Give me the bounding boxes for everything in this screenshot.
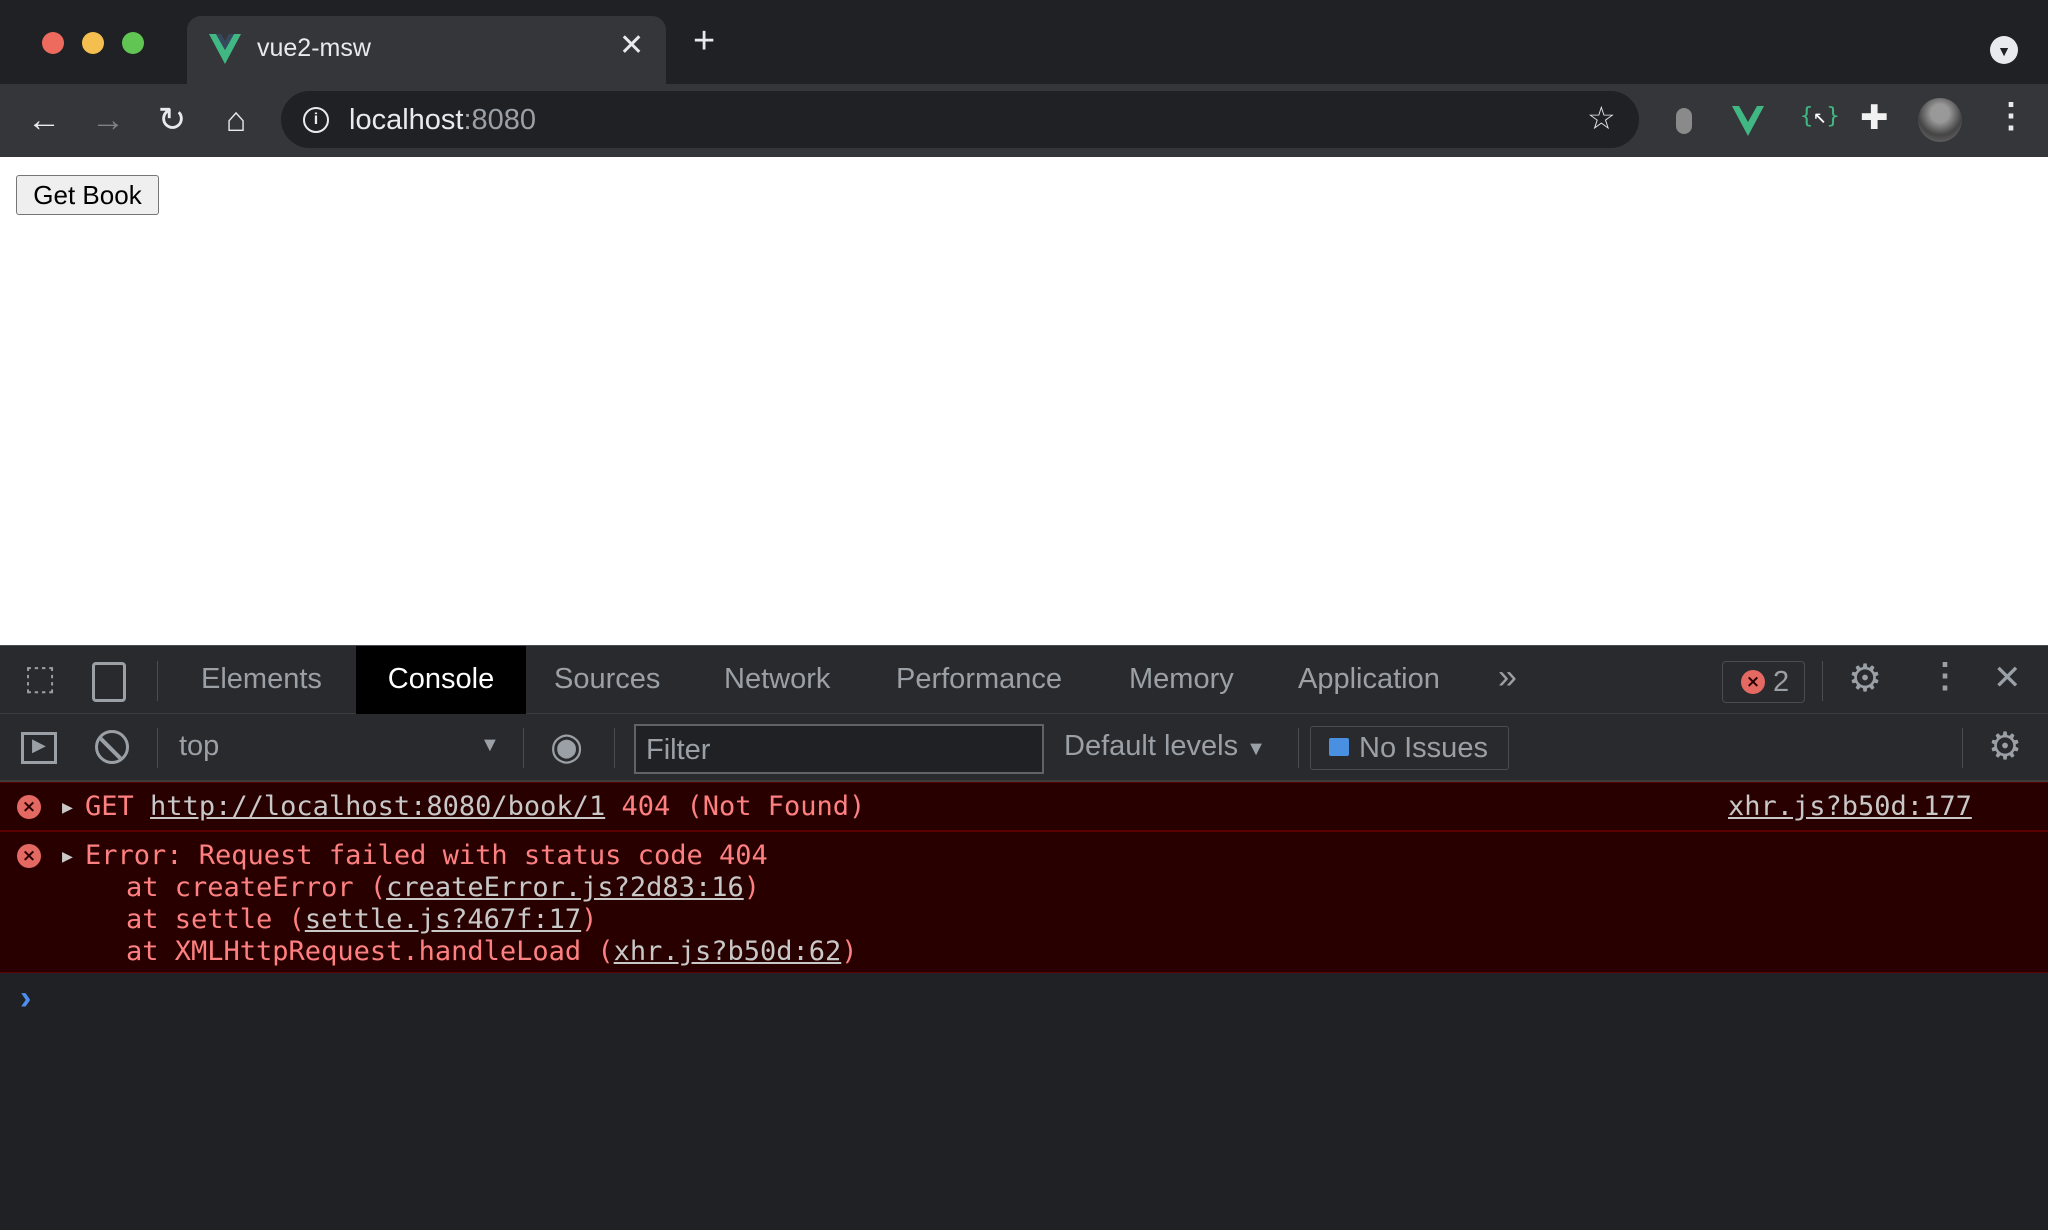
console-error-row: × ▶ Error: Request failed with status co… xyxy=(0,831,2048,973)
error-message: Error: Request failed with status code 4… xyxy=(85,840,768,871)
error-message: GET http://localhost:8080/book/1 404 (No… xyxy=(85,791,865,823)
issues-label: No Issues xyxy=(1359,732,1488,764)
error-icon: × xyxy=(1741,670,1765,694)
devtools-tab-bar: ⬚ Elements Console Sources Network Perfo… xyxy=(0,645,2048,715)
browser-toolbar: ← → ↻ ⌂ i localhost:8080 ☆ {↖} ✚ ⋮ xyxy=(0,84,2048,157)
json-extension-icon[interactable]: {↖} xyxy=(1800,104,1840,129)
console-input[interactable]: › xyxy=(0,973,2048,1230)
extension-bug-icon[interactable] xyxy=(1676,108,1692,134)
stack-frame-link[interactable]: xhr.js?b50d:62 xyxy=(614,936,842,967)
settings-gear-icon[interactable]: ⚙ xyxy=(1848,656,1882,701)
vue-devtools-extension-icon[interactable] xyxy=(1731,106,1765,136)
expand-triangle-icon[interactable]: ▶ xyxy=(62,841,73,873)
back-icon[interactable]: ← xyxy=(22,98,66,142)
request-url-link[interactable]: http://localhost:8080/book/1 xyxy=(150,791,605,822)
stack-frame-link[interactable]: createError.js?2d83:16 xyxy=(386,872,744,903)
home-icon[interactable]: ⌂ xyxy=(214,98,258,142)
divider xyxy=(1298,728,1299,768)
stack-frame: at createError (createError.js?2d83:16) xyxy=(126,872,760,904)
source-link[interactable]: xhr.js?b50d:177 xyxy=(1728,791,1972,823)
stack-frame-text: at XMLHttpRequest.handleLoad ( xyxy=(126,936,614,967)
error-icon: × xyxy=(17,844,41,868)
devtools-menu-icon[interactable]: ⋮ xyxy=(1928,656,1962,696)
divider xyxy=(157,728,158,768)
devtools-panel: ⬚ Elements Console Sources Network Perfo… xyxy=(0,645,2048,1230)
sidebar-toggle-icon[interactable]: ▶ xyxy=(21,732,57,764)
issues-button[interactable]: No Issues xyxy=(1310,726,1509,770)
tab-memory[interactable]: Memory xyxy=(1101,646,1262,715)
context-selector[interactable]: top xyxy=(179,730,219,763)
tab-elements[interactable]: Elements xyxy=(173,646,350,715)
request-status: 404 (Not Found) xyxy=(621,791,866,822)
get-book-button[interactable]: Get Book xyxy=(16,175,159,215)
tab-search-icon[interactable]: ▼ xyxy=(1990,36,2018,64)
stack-frame-text: at createError ( xyxy=(126,872,387,903)
url-text[interactable]: localhost:8080 xyxy=(349,104,536,137)
error-count: 2 xyxy=(1773,666,1790,698)
window-minimize-button[interactable] xyxy=(82,32,104,54)
error-count-badge[interactable]: × 2 xyxy=(1722,661,1805,703)
stack-frame: at settle (settle.js?467f:17) xyxy=(126,904,597,936)
site-info-icon[interactable]: i xyxy=(303,107,329,133)
window-close-button[interactable] xyxy=(42,32,64,54)
tab-strip: vue2-msw ✕ + ▼ xyxy=(0,0,2048,84)
tab-title: vue2-msw xyxy=(257,34,371,62)
prompt-chevron-icon: › xyxy=(20,979,32,1017)
filter-input[interactable]: Filter xyxy=(634,724,1044,774)
stack-frame-text: ) xyxy=(581,904,598,935)
live-expression-eye-icon[interactable]: ◉ xyxy=(550,724,583,769)
reload-icon[interactable]: ↻ xyxy=(150,98,194,142)
url-port: :8080 xyxy=(463,104,537,136)
expand-triangle-icon[interactable]: ▶ xyxy=(62,792,73,824)
address-bar[interactable]: i localhost:8080 ☆ xyxy=(281,91,1639,148)
extensions-puzzle-icon[interactable]: ✚ xyxy=(1860,98,1889,138)
stack-frame-text: at settle ( xyxy=(126,904,305,935)
stack-frame-link[interactable]: settle.js?467f:17 xyxy=(305,904,581,935)
divider xyxy=(614,728,615,768)
clear-console-icon[interactable] xyxy=(95,730,129,764)
console-toolbar: ▶ top ▼ ◉ Filter Default levels ▼ No Iss… xyxy=(0,714,2048,782)
context-dropdown-icon[interactable]: ▼ xyxy=(480,734,500,757)
stack-frame-text: ) xyxy=(743,872,760,903)
tab-performance[interactable]: Performance xyxy=(868,646,1090,715)
console-settings-gear-icon[interactable]: ⚙ xyxy=(1988,724,2022,769)
tab-console[interactable]: Console xyxy=(356,646,526,715)
divider xyxy=(523,728,524,768)
window-maximize-button[interactable] xyxy=(122,32,144,54)
error-icon: × xyxy=(17,795,41,819)
browser-tab[interactable]: vue2-msw ✕ xyxy=(187,16,666,84)
bookmark-star-icon[interactable]: ☆ xyxy=(1587,99,1616,137)
log-levels-label: Default levels xyxy=(1064,730,1239,762)
divider xyxy=(157,661,158,701)
divider xyxy=(1962,728,1963,768)
stack-frame: at XMLHttpRequest.handleLoad (xhr.js?b50… xyxy=(126,936,858,968)
issues-message-icon xyxy=(1329,738,1349,756)
more-tabs-icon[interactable]: » xyxy=(1498,658,1517,697)
device-toolbar-icon[interactable] xyxy=(92,662,126,702)
tab-sources[interactable]: Sources xyxy=(526,646,688,715)
tab-application[interactable]: Application xyxy=(1270,646,1468,715)
inspect-element-icon[interactable]: ⬚ xyxy=(24,658,56,698)
page-content: Get Book xyxy=(0,157,2048,645)
console-error-row: × ▶ GET http://localhost:8080/book/1 404… xyxy=(0,782,2048,831)
chevron-down-icon: ▼ xyxy=(1246,738,1266,760)
close-devtools-icon[interactable]: ✕ xyxy=(1993,658,2022,698)
close-tab-icon[interactable]: ✕ xyxy=(619,28,644,63)
request-method: GET xyxy=(85,791,134,822)
forward-icon[interactable]: → xyxy=(86,98,130,142)
browser-menu-icon[interactable]: ⋮ xyxy=(1994,96,2028,136)
stack-frame-text: ) xyxy=(841,936,858,967)
vue-favicon-icon xyxy=(209,34,241,64)
tab-network[interactable]: Network xyxy=(696,646,858,715)
log-levels-dropdown[interactable]: Default levels ▼ xyxy=(1064,730,1266,763)
new-tab-button[interactable]: + xyxy=(693,22,715,60)
profile-avatar[interactable] xyxy=(1918,98,1962,142)
url-host: localhost xyxy=(349,104,464,136)
divider xyxy=(1822,661,1823,701)
